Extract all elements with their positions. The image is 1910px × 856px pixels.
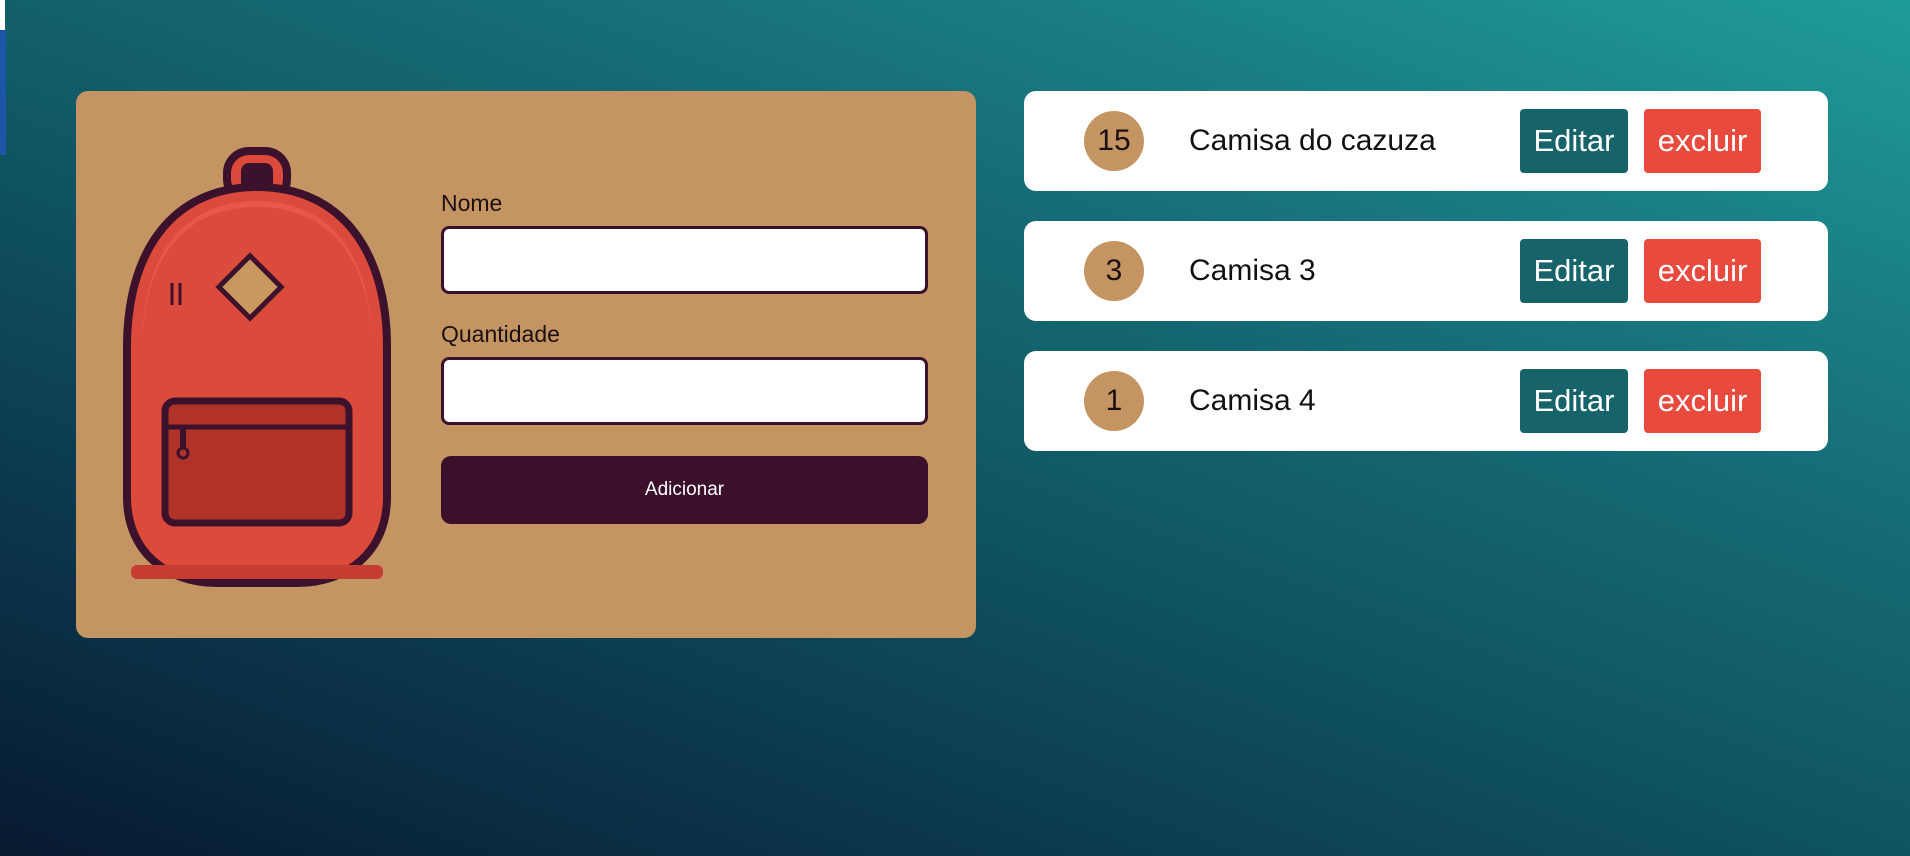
list-item: 1 Camisa 4 Editar excluir [1024,351,1828,451]
window-edge-fragment [0,30,6,155]
window-edge-fragment [0,0,5,30]
edit-button[interactable]: Editar [1520,239,1628,303]
item-name: Camisa 3 [1189,254,1316,287]
name-label: Nome [441,190,503,216]
quantity-badge: 3 [1084,241,1144,301]
add-button[interactable]: Adicionar [441,456,928,524]
item-name: Camisa do cazuza [1189,124,1436,157]
list-item: 15 Camisa do cazuza Editar excluir [1024,91,1828,191]
quantity-input[interactable] [441,357,928,425]
quantity-badge: 1 [1084,371,1144,431]
backpack-icon [123,147,391,587]
quantity-badge: 15 [1084,111,1144,171]
item-list: 15 Camisa do cazuza Editar excluir 3 Cam… [1024,91,1828,481]
name-input[interactable] [441,226,928,294]
delete-button[interactable]: excluir [1644,369,1761,433]
edit-button[interactable]: Editar [1520,369,1628,433]
quantity-label: Quantidade [441,321,560,347]
delete-button[interactable]: excluir [1644,109,1761,173]
add-item-form: Nome Quantidade Adicionar [441,189,928,524]
add-item-card: Nome Quantidade Adicionar [76,91,976,638]
delete-button[interactable]: excluir [1644,239,1761,303]
edit-button[interactable]: Editar [1520,109,1628,173]
list-item: 3 Camisa 3 Editar excluir [1024,221,1828,321]
item-name: Camisa 4 [1189,384,1316,417]
